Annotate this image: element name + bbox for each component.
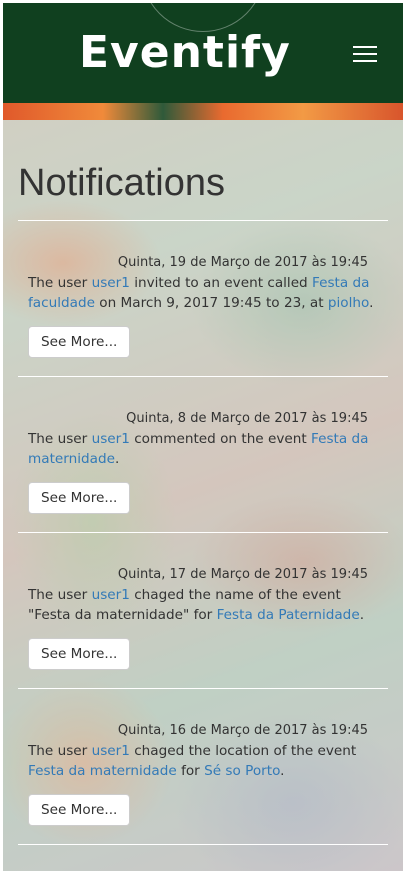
notification-item: Quinta, 16 de Março de 2017 às 19:45 The… bbox=[18, 689, 388, 844]
text-fragment: The user bbox=[28, 431, 92, 447]
notification-text: The user user1 chaged the location of th… bbox=[28, 741, 378, 781]
location-link[interactable]: Sé so Porto bbox=[204, 763, 280, 779]
text-fragment: on March 9, 2017 19:45 to 23, at bbox=[94, 295, 328, 311]
notification-date: Quinta, 19 de Março de 2017 às 19:45 bbox=[117, 255, 368, 270]
text-fragment: . bbox=[280, 763, 285, 779]
brand-logo[interactable]: Eventify bbox=[79, 27, 291, 78]
notification-date: Quinta, 16 de Março de 2017 às 19:45 bbox=[117, 723, 368, 738]
notification-text: The user user1 invited to an event calle… bbox=[28, 273, 378, 313]
notification-item: Quinta, 8 de Março de 2017 às 19:45 The … bbox=[18, 377, 388, 532]
divider bbox=[18, 844, 388, 845]
hamburger-bar bbox=[353, 46, 377, 48]
user-link[interactable]: user1 bbox=[92, 587, 130, 603]
text-fragment: . bbox=[369, 295, 374, 311]
event-link[interactable]: Festa da Paternidade bbox=[217, 607, 360, 623]
navbar: Eventify bbox=[3, 3, 403, 103]
page-title: Notifications bbox=[18, 162, 225, 204]
hamburger-bar bbox=[353, 60, 377, 62]
text-fragment: for bbox=[176, 763, 205, 779]
notification-item: Quinta, 19 de Março de 2017 às 19:45 The… bbox=[18, 221, 388, 376]
see-more-button[interactable]: See More... bbox=[28, 794, 131, 826]
user-link[interactable]: user1 bbox=[92, 431, 130, 447]
notification-text: The user user1 commented on the event Fe… bbox=[28, 429, 378, 469]
notification-date: Quinta, 17 de Março de 2017 às 19:45 bbox=[117, 567, 368, 582]
text-fragment: . bbox=[114, 451, 120, 467]
user-link[interactable]: user1 bbox=[92, 275, 130, 291]
text-fragment: commented on the event bbox=[129, 431, 312, 447]
event-link[interactable]: Festa da maternidade bbox=[28, 763, 177, 779]
header-banner-strip bbox=[3, 103, 403, 120]
hamburger-bar bbox=[353, 53, 377, 55]
text-fragment: invited to an event called bbox=[129, 275, 313, 291]
user-link[interactable]: user1 bbox=[92, 743, 130, 759]
location-link[interactable]: piolho bbox=[328, 295, 369, 311]
notification-date: Quinta, 8 de Março de 2017 às 19:45 bbox=[126, 411, 368, 426]
see-more-button[interactable]: See More... bbox=[28, 482, 131, 514]
page-frame: Eventify Notifications Quinta, 19 de Mar… bbox=[3, 3, 403, 871]
main-content: Notifications Quinta, 19 de Março de 201… bbox=[3, 120, 403, 845]
see-more-button[interactable]: See More... bbox=[28, 638, 131, 670]
text-fragment: The user bbox=[28, 743, 92, 759]
notification-item: Quinta, 17 de Março de 2017 às 19:45 The… bbox=[18, 533, 388, 688]
text-fragment: . bbox=[359, 607, 365, 623]
text-fragment: chaged the location of the event bbox=[129, 743, 357, 759]
text-fragment: The user bbox=[28, 587, 92, 603]
text-fragment: The user bbox=[28, 275, 92, 291]
notification-text: The user user1 chaged the name of the ev… bbox=[28, 585, 378, 625]
menu-toggle-button[interactable] bbox=[353, 46, 377, 62]
see-more-button[interactable]: See More... bbox=[28, 326, 131, 358]
